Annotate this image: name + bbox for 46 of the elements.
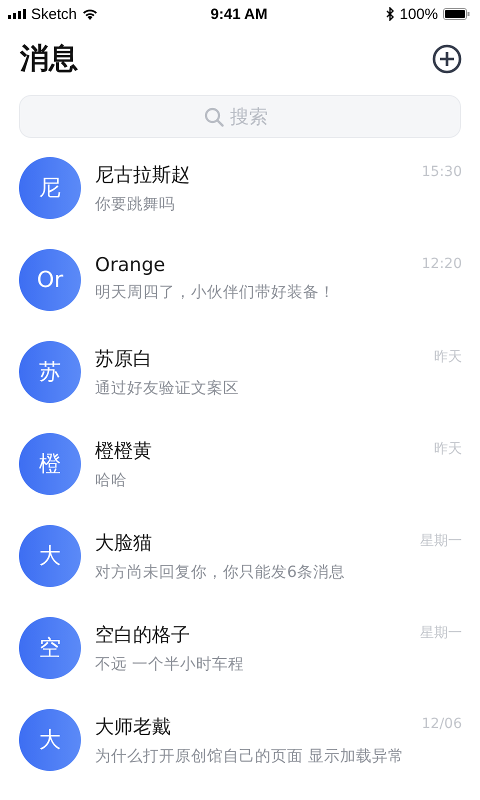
battery-icon [443, 8, 470, 20]
conversation-item[interactable]: 橙 橙橙黄 哈哈 昨天 [0, 418, 480, 510]
message-time: 星期一 [420, 532, 462, 550]
message-preview: 为什么打开原创馆自己的页面 显示加载异常 [95, 746, 405, 767]
message-time: 12/06 [422, 715, 462, 732]
avatar: 苏 [19, 341, 81, 403]
conversation-item[interactable]: 尼 尼古拉斯赵 你要跳舞吗 15:30 [0, 142, 480, 234]
search-field[interactable]: 搜索 [230, 106, 276, 128]
contact-name: 尼古拉斯赵 [95, 163, 191, 188]
avatar: 空 [19, 617, 81, 679]
message-preview: 对方尚未回复你，你只能发6条消息 [95, 562, 346, 583]
battery-percentage: 100% [400, 6, 438, 22]
carrier-name: Sketch [31, 6, 77, 22]
contact-name: Orange [95, 254, 166, 276]
signal-icon [8, 9, 26, 19]
message-preview: 通过好友验证文案区 [95, 378, 240, 399]
conversation-item[interactable]: 苏 苏原白 通过好友验证文案区 昨天 [0, 326, 480, 418]
message-time: 15:30 [422, 163, 462, 180]
message-preview: 你要跳舞吗 [95, 194, 176, 215]
message-preview: 不远 一个半小时车程 [95, 654, 245, 675]
clock-time: 9:41 AM [210, 6, 268, 22]
message-time: 昨天 [434, 440, 462, 458]
message-preview: 哈哈 [95, 470, 128, 491]
conversation-item[interactable]: 大 大脸猫 对方尚未回复你，你只能发6条消息 星期一 [0, 510, 480, 602]
search-icon [204, 106, 224, 126]
contact-name: 橙橙黄 [95, 439, 153, 464]
contact-name: 苏原白 [95, 347, 153, 372]
bluetooth-icon [386, 7, 395, 21]
contact-name: 大师老戴 [95, 715, 172, 740]
avatar: 尼 [19, 157, 81, 219]
contact-name: 空白的格子 [95, 623, 191, 648]
page-title: 消息 [20, 40, 78, 77]
message-time: 星期一 [420, 624, 462, 642]
avatar: 橙 [19, 433, 81, 495]
conversation-item[interactable]: Or Orange 明天周四了，小伙伴们带好装备！ 12:20 [0, 234, 480, 326]
avatar: 大 [19, 525, 81, 587]
contact-name: 大脸猫 [95, 531, 153, 556]
message-time: 昨天 [434, 348, 462, 366]
message-time: 12:20 [422, 255, 462, 272]
message-preview: 明天周四了，小伙伴们带好装备！ [95, 282, 336, 303]
conversation-item[interactable]: 大 大师老戴 为什么打开原创馆自己的页面 显示加载异常 12/06 [0, 694, 480, 786]
wifi-icon [82, 8, 98, 20]
avatar: 大 [19, 709, 81, 771]
add-button[interactable] [432, 44, 462, 74]
avatar: Or [19, 249, 81, 311]
conversation-item[interactable]: 空 空白的格子 不远 一个半小时车程 星期一 [0, 602, 480, 694]
